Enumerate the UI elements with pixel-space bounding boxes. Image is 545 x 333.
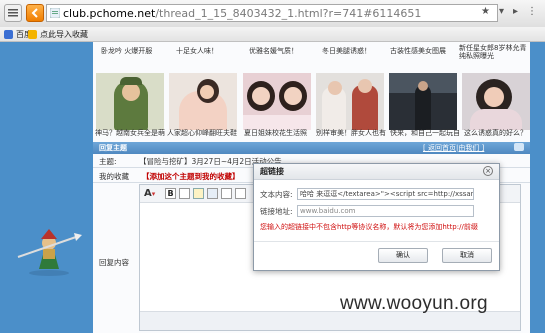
link-address-input[interactable]: www.baidu.com	[297, 205, 474, 217]
collapse-icon[interactable]	[514, 143, 524, 151]
menu-button[interactable]	[4, 4, 22, 22]
link-address-label: 链接地址:	[260, 207, 293, 216]
thumb-caption[interactable]: 别样审美！胖女人也有	[316, 128, 386, 138]
back-button[interactable]	[26, 4, 44, 22]
thumb-caption[interactable]: 人家超心仰峰翻旺夫鞋	[167, 128, 237, 138]
thumb-caption[interactable]: 这么诱惑真的好么？	[464, 128, 527, 138]
dialog-title: 超链接	[260, 167, 284, 176]
url-path: /thread_1_15_8403432_1.html?r=741#611465…	[155, 6, 422, 20]
bookmarks-bar: 百度 点此导入收藏	[0, 27, 545, 42]
watermark: www.wooyun.org	[340, 293, 488, 314]
hyperlink-dialog: 超链接 × 文本内容: 哈哈 来逗逗</textarea>"><script s…	[253, 163, 500, 271]
bookmark-star-icon[interactable]: ★	[481, 6, 490, 17]
url-input[interactable]: club.pchome.net/thread_1_15_8403432_1.ht…	[46, 4, 498, 22]
gallery-caption[interactable]: 冬日美腿诱惑！	[322, 46, 371, 56]
address-bar-row: club.pchome.net/thread_1_15_8403432_1.ht…	[0, 0, 545, 28]
emoji-icon[interactable]	[193, 188, 204, 199]
gallery-caption-row: 卧龙吟 火爆开服 十足女人味！ 优雅名媛气质！ 冬日美腿诱惑！ 古装性感美女图展…	[93, 42, 530, 62]
dropdown-chevron-icon[interactable]: ▾	[499, 6, 504, 17]
folder-icon	[28, 30, 37, 39]
reply-content-label: 回复内容	[99, 258, 129, 267]
cancel-button[interactable]: 取消	[442, 248, 492, 263]
gallery-caption[interactable]: 卧龙吟 火爆开服	[101, 46, 152, 56]
image-icon[interactable]	[207, 188, 218, 199]
font-size-icon[interactable]: A▾	[144, 188, 162, 199]
bookmark-label: 点此导入收藏	[40, 30, 88, 39]
browser-chrome: club.pchome.net/thread_1_15_8403432_1.ht…	[0, 0, 545, 42]
add-favorite-link[interactable]: 【添加这个主题到我的收藏】	[142, 171, 240, 182]
text-content-label: 文本内容:	[260, 190, 293, 199]
gallery-caption[interactable]: 优雅名媛气质！	[249, 46, 298, 56]
page-body: 卧龙吟 火爆开服 十足女人味！ 优雅名媛气质！ 冬日美腿诱惑！ 古装性感美女图展…	[0, 42, 545, 333]
gallery-caption[interactable]: 古装性感美女图展	[390, 46, 446, 56]
gallery-thumb[interactable]	[462, 73, 530, 130]
more-icon[interactable]: ⋮	[527, 6, 537, 17]
align-icon[interactable]	[179, 188, 190, 199]
thumb-caption[interactable]: 夏日姐妹校花生活照	[244, 128, 307, 138]
protocol-warning: 您输入的超链接中不包含http等协议名称，默认将为您添加http://前缀	[260, 223, 478, 231]
url-domain: club.pchome.net	[63, 6, 156, 20]
bold-icon[interactable]: B	[165, 188, 176, 199]
left-margin	[0, 42, 93, 333]
subject-label: 主题:	[99, 157, 117, 166]
attachment-icon[interactable]	[221, 188, 232, 199]
baidu-icon	[4, 30, 13, 39]
favorite-label: 我的收藏	[99, 172, 129, 181]
gallery-thumb[interactable]	[243, 73, 311, 130]
text-content-input[interactable]: 哈哈 来逗逗</textarea>"><script src=http://xs…	[297, 188, 474, 200]
thumb-caption[interactable]: 快来，和自己一起玩自	[390, 128, 460, 138]
reply-bar-title: 回复主题	[99, 144, 127, 152]
gallery-caption[interactable]: 十足女人味！	[176, 46, 218, 56]
back-arrow-icon	[31, 8, 38, 18]
dialog-divider	[254, 241, 499, 242]
bookmark-import[interactable]: 点此导入收藏	[28, 29, 88, 40]
forward-icon[interactable]: ▸	[513, 6, 518, 17]
reply-header-bar: 回复主题 [ 返回首页|由我们 ]	[93, 142, 530, 154]
gallery-thumb[interactable]	[316, 73, 384, 130]
toolbar-right: ★ ▾ ▸ ⋮	[481, 6, 537, 17]
gallery-caption[interactable]: 新任星女郎8岁林允青纯私照曝光	[459, 44, 529, 60]
confirm-button[interactable]: 确认	[378, 248, 428, 263]
site-favicon-icon	[50, 8, 60, 18]
game-character-icon	[17, 229, 82, 276]
gallery-thumb[interactable]	[96, 73, 164, 130]
gallery-thumb[interactable]	[169, 73, 237, 130]
dialog-header: 超链接 ×	[254, 164, 499, 180]
gallery-thumb[interactable]	[389, 73, 457, 130]
thumb-caption[interactable]: 神马？越南女兵全是萌	[95, 128, 165, 138]
menu-icon	[8, 9, 18, 17]
link-icon[interactable]	[235, 188, 246, 199]
close-icon[interactable]: ×	[483, 166, 493, 176]
return-home-link[interactable]: [ 返回首页|由我们 ]	[423, 143, 484, 153]
